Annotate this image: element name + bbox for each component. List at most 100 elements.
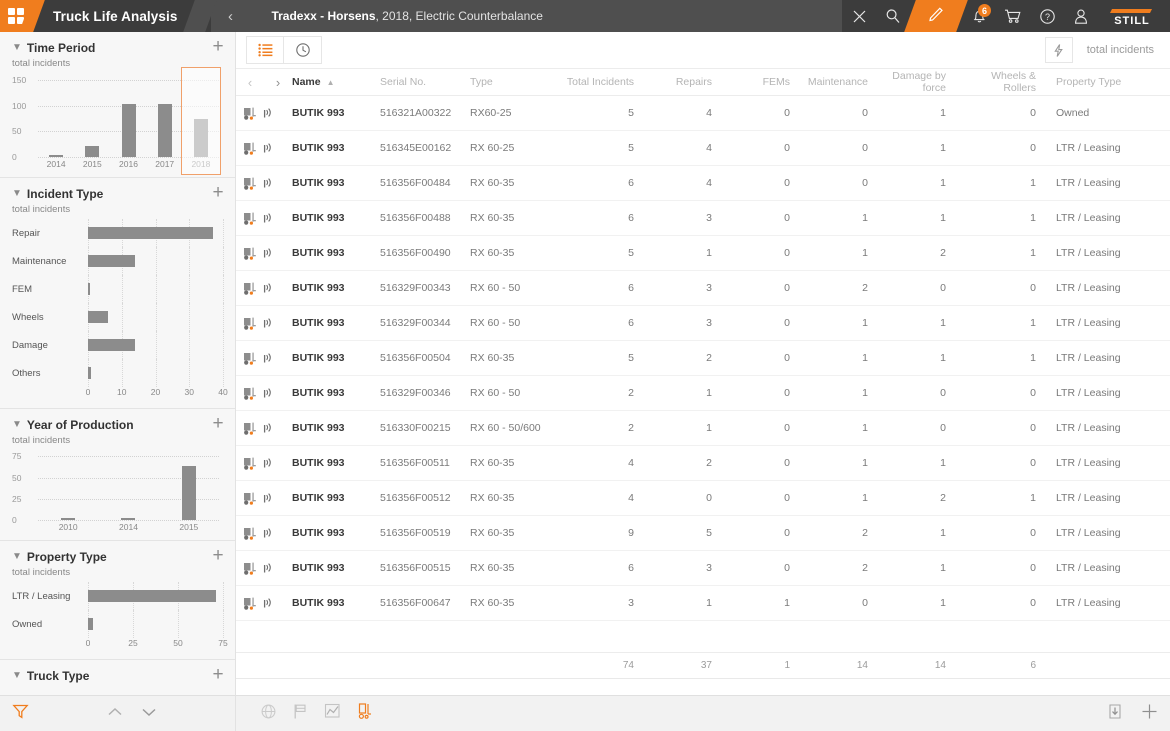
cell-name: BUTIK 993 — [292, 142, 345, 154]
table-row[interactable]: BUTIK 993 516356F00484 RX 60-35 6 4 0 0 1 1 LTR /… — [236, 166, 1170, 201]
scroll-down-button[interactable] — [141, 705, 157, 723]
cell-damage-by-force: 1 — [940, 457, 946, 469]
add-filter-button[interactable]: + — [209, 665, 227, 684]
year-of-production-chart[interactable]: 75 50 25 0 2010 2014 2015 — [12, 451, 223, 532]
table-row[interactable]: BUTIK 993516321A00322RX60-25540010Owned› — [236, 96, 1170, 131]
column-header-damage-by-force[interactable]: Damage by force — [878, 70, 956, 94]
cell-type: RX 60-35 — [470, 492, 515, 504]
flag-icon[interactable] — [293, 703, 308, 725]
x-axis-tick: 10 — [117, 387, 127, 397]
panel-header[interactable]: ▼ Property Type — [12, 550, 223, 564]
table-row[interactable]: BUTIK 993 516356F00647 RX 60-35 3 1 1 0 1 0 LTR /… — [236, 586, 1170, 621]
page-next-button[interactable]: › — [276, 75, 280, 90]
cell-name: BUTIK 993 — [292, 282, 345, 294]
chart-bar-column[interactable] — [110, 75, 146, 157]
panel-header[interactable]: ▼ Incident Type — [12, 187, 223, 201]
chart-bar — [121, 518, 136, 520]
incident-type-chart[interactable]: Repair Maintenance FEM Wheels Damage Others — [12, 219, 224, 387]
column-header-maintenance[interactable]: Maintenance — [800, 76, 878, 88]
x-axis-tick[interactable]: 2017 — [147, 159, 183, 169]
panel-header[interactable]: ▼ Truck Type — [12, 669, 223, 683]
breadcrumb-location[interactable]: Tradexx - Horsens — [271, 9, 375, 23]
add-filter-button[interactable]: + — [209, 183, 227, 202]
x-axis-tick[interactable]: 2010 — [38, 522, 98, 532]
column-header-name[interactable]: Name ▲ — [292, 76, 380, 88]
download-button[interactable] — [1107, 703, 1123, 725]
add-filter-button[interactable]: + — [209, 414, 227, 433]
cell-fems: 0 — [784, 562, 790, 574]
table-row[interactable]: BUTIK 993 516356F00512 RX 60-35 4 0 0 1 2 1 LTR /… — [236, 481, 1170, 516]
x-axis-tick[interactable]: 2014 — [98, 522, 158, 532]
column-header-total-incidents[interactable]: Total Incidents — [566, 76, 644, 88]
list-view-button[interactable] — [247, 37, 284, 63]
column-header-type[interactable]: Type — [470, 76, 566, 88]
table-row[interactable]: BUTIK 993 516356F00488 RX 60-35 6 3 0 1 1 1 LTR /… — [236, 201, 1170, 236]
chart-bar-column[interactable] — [38, 75, 74, 157]
chevron-down-icon: ▼ — [12, 42, 22, 53]
property-type-chart[interactable]: LTR / Leasing Owned — [12, 582, 224, 638]
edit-button[interactable] — [904, 0, 968, 32]
chart-bar-row[interactable]: FEM — [12, 275, 224, 303]
cell-total-incidents: 5 — [628, 352, 634, 364]
filter-button[interactable] — [12, 703, 29, 725]
chart-bar-row[interactable]: LTR / Leasing — [12, 582, 224, 610]
chart-bar-row[interactable]: Wheels — [12, 303, 224, 331]
table-row[interactable]: BUTIK 993 516356F00511 RX 60-35 4 2 0 1 1 0 LTR /… — [236, 446, 1170, 481]
scroll-up-button[interactable] — [107, 705, 123, 723]
x-axis-tick[interactable]: 2018 — [183, 159, 219, 169]
gridline — [155, 247, 157, 275]
back-button[interactable]: ‹ — [211, 0, 250, 32]
history-view-button[interactable] — [284, 37, 321, 63]
table-row[interactable]: BUTIK 993 516345E00162 RX 60-25 5 4 0 0 1 0 LTR /… — [236, 131, 1170, 166]
shock-filter-button[interactable] — [1044, 37, 1073, 63]
chart-bar-row[interactable]: Damage — [12, 331, 224, 359]
chart-bar-row[interactable]: Repair — [12, 219, 224, 247]
notifications-button[interactable]: 6 — [962, 0, 996, 32]
table-row[interactable]: BUTIK 993 516329F00343 RX 60 - 50 6 3 0 2 0 0 LTR… — [236, 271, 1170, 306]
x-axis-tick[interactable]: 2016 — [110, 159, 146, 169]
table-row[interactable]: BUTIK 993 516329F00346 RX 60 - 50 2 1 0 1 0 0 LTR… — [236, 376, 1170, 411]
table-row[interactable]: BUTIK 993 516329F00344 RX 60 - 50 6 3 0 1 1 1 LTR… — [236, 306, 1170, 341]
column-header-shocks[interactable]: Shocks — [1166, 76, 1170, 88]
chart-bar-column[interactable] — [38, 452, 98, 520]
cell-fems: 0 — [784, 457, 790, 469]
x-axis-tick[interactable]: 2015 — [159, 522, 219, 532]
table-row[interactable]: BUTIK 993 516330F00215 RX 60 - 50/600 2 1 0 1 0… — [236, 411, 1170, 446]
column-header-property-type[interactable]: Property Type — [1046, 76, 1166, 88]
bar-track — [88, 582, 224, 610]
help-button[interactable]: ? — [1030, 0, 1064, 32]
gridline — [121, 275, 123, 303]
chart-bar-row[interactable]: Owned — [12, 610, 224, 638]
column-header-fems[interactable]: FEMs — [722, 76, 800, 88]
table-row[interactable]: BUTIK 993 516356F00519 RX 60-35 9 5 0 2 1 0 LTR /… — [236, 516, 1170, 551]
panel-header[interactable]: ▼ Year of Production — [12, 418, 223, 432]
chart-bar-column[interactable] — [183, 75, 219, 157]
add-button[interactable] — [1141, 703, 1158, 725]
chart-bar-column[interactable] — [147, 75, 183, 157]
chart-bar-row[interactable]: Maintenance — [12, 247, 224, 275]
panel-header[interactable]: ▼ Time Period — [12, 41, 223, 55]
table-row[interactable]: BUTIK 993 516356F00504 RX 60-35 5 2 0 1 1 1 LTR /… — [236, 341, 1170, 376]
column-header-wheels-rollers[interactable]: Wheels & Rollers — [956, 70, 1046, 94]
time-period-chart[interactable]: 150 100 50 0 2014 2015 2016 2017 2018 — [12, 67, 223, 175]
chart-bar-row[interactable]: Others — [12, 359, 224, 387]
globe-icon[interactable] — [260, 703, 277, 725]
chart-bar-column[interactable] — [159, 452, 219, 520]
column-header-repairs[interactable]: Repairs — [644, 76, 722, 88]
add-filter-button[interactable]: + — [209, 37, 227, 56]
page-prev-button[interactable]: ‹ — [248, 75, 252, 90]
forklift-icon[interactable] — [357, 702, 373, 725]
close-button[interactable] — [842, 0, 876, 32]
cart-button[interactable] — [996, 0, 1030, 32]
table-row[interactable]: BUTIK 993 516356F00490 RX 60-35 5 1 0 1 2 1 LTR /… — [236, 236, 1170, 271]
x-axis-tick[interactable]: 2014 — [38, 159, 74, 169]
chart-bar-column[interactable] — [98, 452, 158, 520]
chart-bar-column[interactable] — [74, 75, 110, 157]
table-row[interactable]: BUTIK 993 516356F00515 RX 60-35 6 3 0 2 1 0 LTR /… — [236, 551, 1170, 586]
bar-track — [88, 331, 224, 359]
add-filter-button[interactable]: + — [209, 546, 227, 565]
column-header-serial[interactable]: Serial No. — [380, 76, 470, 88]
x-axis-tick[interactable]: 2015 — [74, 159, 110, 169]
line-chart-icon[interactable] — [324, 703, 341, 724]
user-account-button[interactable] — [1064, 0, 1098, 32]
